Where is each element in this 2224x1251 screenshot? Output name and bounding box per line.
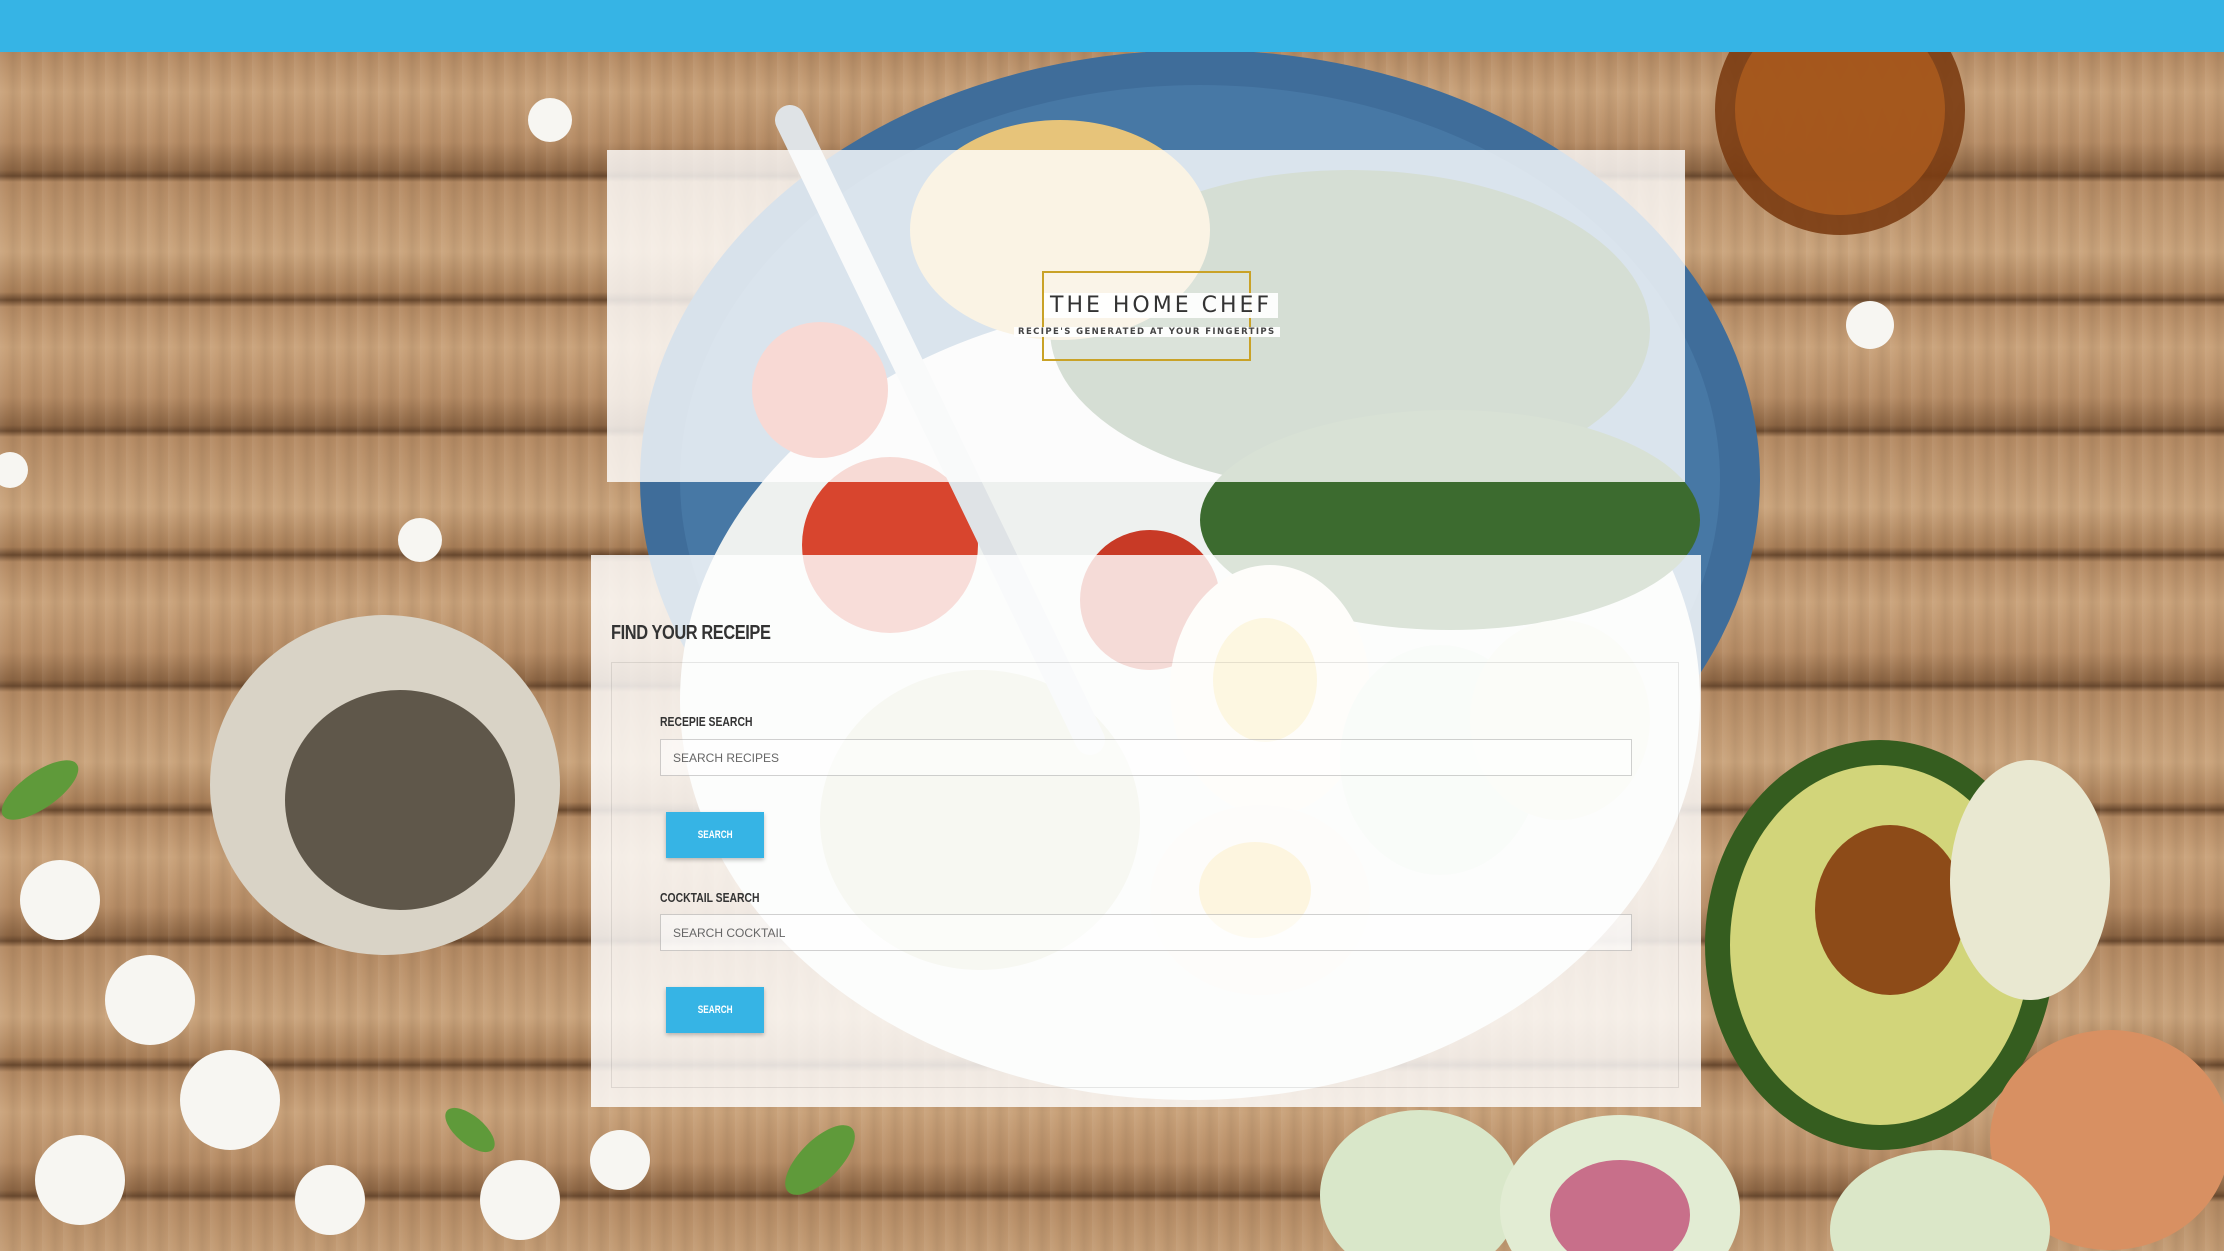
page: THE HOME CHEF RECIPE'S GENERATED AT YOUR… [0,0,2224,1251]
recipe-search-label: Recepie Search [660,714,753,729]
cocktail-search-button[interactable]: Search [666,987,764,1033]
search-panel: Find Your Receipe Recepie Search Search … [591,555,1701,1107]
recipe-search-button-label: Search [697,829,733,841]
top-nav-bar [0,0,2224,52]
panel-title: Find Your Receipe [611,622,771,644]
logo-title: THE HOME CHEF [1044,293,1279,318]
recipe-search-button[interactable]: Search [666,812,764,858]
search-form: Recepie Search Search Cocktail Search Se… [611,662,1679,1088]
logo-tagline: RECIPE'S GENERATED AT YOUR FINGERTIPS [1014,327,1280,337]
cocktail-search-button-label: Search [697,1004,733,1016]
recipe-search-input[interactable] [660,739,1632,776]
logo-panel: THE HOME CHEF RECIPE'S GENERATED AT YOUR… [607,150,1685,482]
home-chef-logo[interactable]: THE HOME CHEF RECIPE'S GENERATED AT YOUR… [1014,271,1280,361]
cocktail-search-input[interactable] [660,914,1632,951]
cocktail-search-label: Cocktail Search [660,890,760,905]
